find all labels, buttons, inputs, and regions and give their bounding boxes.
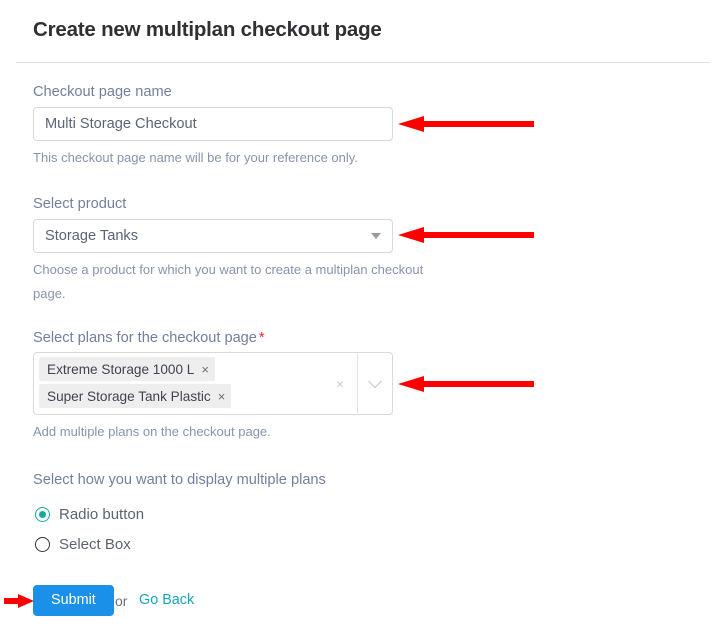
display-mode-label: Select how you want to display multiple …: [33, 472, 326, 488]
arrow-to-plans-multiselect: [398, 374, 534, 394]
or-label: or: [115, 593, 128, 609]
plans-tag-list: Extreme Storage 1000 L × Super Storage T…: [39, 357, 294, 411]
checkout-page-name-input[interactable]: [33, 107, 393, 141]
checkout-page-name-help: This checkout page name will be for your…: [33, 150, 358, 165]
go-back-link[interactable]: Go Back: [139, 592, 194, 608]
select-product-help: Choose a product for which you want to c…: [33, 262, 424, 301]
product-select-value: Storage Tanks: [45, 228, 139, 244]
chevron-down-icon: [367, 373, 383, 388]
plan-tag-label: Super Storage Tank Plastic: [47, 388, 211, 404]
select-plans-help: Add multiple plans on the checkout page.: [33, 424, 271, 439]
arrow-to-checkout-name-input: [398, 114, 534, 134]
plan-tag[interactable]: Super Storage Tank Plastic ×: [39, 384, 232, 408]
plans-multiselect[interactable]: Extreme Storage 1000 L × Super Storage T…: [33, 352, 393, 415]
radio-option-label: Radio button: [59, 506, 145, 523]
checkout-page-name-label: Checkout page name: [33, 84, 172, 100]
chevron-down-icon: [371, 233, 381, 239]
clear-all-icon[interactable]: ×: [323, 377, 357, 391]
plan-tag-remove-icon[interactable]: ×: [218, 390, 226, 403]
arrow-to-product-select: [398, 225, 534, 245]
plan-tag-remove-icon[interactable]: ×: [201, 363, 209, 376]
arrow-to-submit-button: [4, 591, 34, 611]
plan-tag-label: Extreme Storage 1000 L: [47, 361, 195, 377]
page-title: Create new multiplan checkout page: [33, 18, 382, 41]
product-select[interactable]: Storage Tanks: [33, 219, 393, 253]
create-multiplan-checkout-page: Create new multiplan checkout page Check…: [0, 0, 726, 634]
radio-option-label: Select Box: [59, 536, 131, 553]
radio-selected-icon: [35, 507, 50, 522]
select-plans-label: Select plans for the checkout page *: [33, 330, 265, 346]
select-plans-label-text: Select plans for the checkout page: [33, 330, 257, 346]
radio-option-radio-button[interactable]: Radio button: [35, 506, 144, 523]
required-asterisk: *: [258, 330, 265, 346]
submit-button[interactable]: Submit: [33, 585, 114, 616]
plan-tag[interactable]: Extreme Storage 1000 L ×: [39, 357, 215, 381]
header-divider: [16, 62, 710, 63]
select-product-label: Select product: [33, 196, 127, 212]
plans-dropdown-toggle[interactable]: [358, 373, 392, 389]
radio-option-select-box[interactable]: Select Box: [35, 536, 131, 553]
plans-multiselect-controls: ×: [323, 353, 392, 414]
radio-unselected-icon: [35, 537, 50, 552]
